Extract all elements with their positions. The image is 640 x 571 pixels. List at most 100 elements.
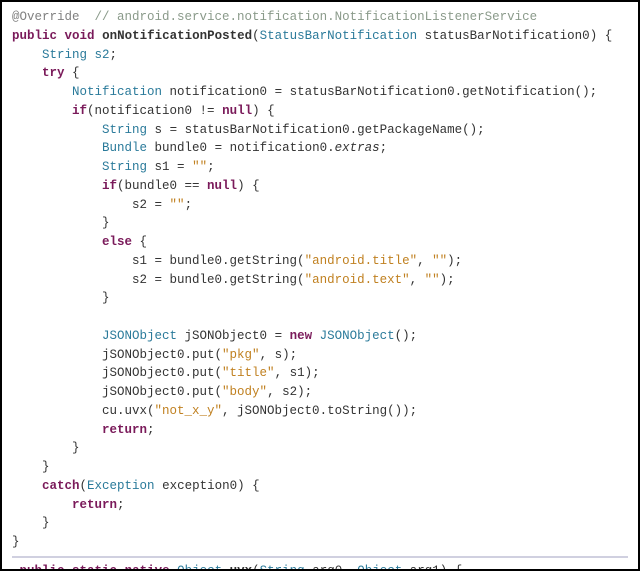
code-block: @Override // android.service.notificatio… — [0, 0, 640, 571]
call: jSONObject0.put( — [102, 366, 222, 380]
keyword: native — [125, 564, 170, 571]
keyword: null — [222, 104, 252, 118]
string: "not_x_y" — [155, 404, 223, 418]
code-line: public static native Object uvx(String a… — [12, 562, 628, 571]
assign: s2 = bundle0.getString( — [132, 273, 305, 287]
field: extras — [335, 141, 380, 155]
var: jSONObject0 — [185, 329, 268, 343]
type: String — [102, 123, 147, 137]
declaration: String s2 — [42, 48, 110, 62]
code-line: jSONObject0.put("title", s1); — [12, 364, 628, 383]
string: "android.text" — [305, 273, 410, 287]
code-line: } — [12, 458, 628, 477]
keyword: catch — [42, 479, 80, 493]
keyword: public — [12, 29, 57, 43]
code-line: } — [12, 439, 628, 458]
keyword: static — [72, 564, 117, 571]
code-line: try { — [12, 64, 628, 83]
code-line: else { — [12, 233, 628, 252]
assign: s1 = — [155, 160, 193, 174]
code-line: if(notification0 != null) { — [12, 102, 628, 121]
assign: s1 = bundle0.getString( — [132, 254, 305, 268]
keyword: if — [102, 179, 117, 193]
cond: (bundle0 == — [117, 179, 207, 193]
sep: , — [417, 254, 432, 268]
call: jSONObject0.put( — [102, 348, 222, 362]
string: "body" — [222, 385, 267, 399]
code-line: s2 = ""; — [12, 196, 628, 215]
code-line: jSONObject0.put("body", s2); — [12, 383, 628, 402]
keyword: null — [207, 179, 237, 193]
keyword: return — [72, 498, 117, 512]
call: statusBarNotification0.getPackageName() — [185, 123, 478, 137]
sep: , — [410, 273, 425, 287]
comment: // android.service.notification.Notifica… — [95, 10, 538, 24]
code-line: String s = statusBarNotification0.getPac… — [12, 121, 628, 140]
keyword: void — [65, 29, 95, 43]
type: Bundle — [102, 141, 147, 155]
method-name: uvx — [230, 564, 253, 571]
string: "" — [425, 273, 440, 287]
method-name: onNotificationPosted — [102, 29, 252, 43]
keyword: new — [290, 329, 313, 343]
type: JSONObject — [320, 329, 395, 343]
type: Object — [177, 564, 222, 571]
var: exception0 — [162, 479, 237, 493]
string: "title" — [222, 366, 275, 380]
call: notification0. — [230, 141, 335, 155]
code-line: String s2; — [12, 46, 628, 65]
keyword: try — [42, 66, 65, 80]
param: statusBarNotification0 — [425, 29, 590, 43]
string: "" — [432, 254, 447, 268]
sep: , s2); — [267, 385, 312, 399]
keyword: if — [72, 104, 87, 118]
type: StatusBarNotification — [260, 29, 418, 43]
call: jSONObject0.put( — [102, 385, 222, 399]
string: "" — [170, 198, 185, 212]
type: String — [102, 160, 147, 174]
code-line: s2 = bundle0.getString("android.text", "… — [12, 271, 628, 290]
type: JSONObject — [102, 329, 177, 343]
sep: , s); — [260, 348, 298, 362]
call: statusBarNotification0.getNotification() — [290, 85, 590, 99]
code-line: public void onNotificationPosted(StatusB… — [12, 27, 628, 46]
code-line: if(bundle0 == null) { — [12, 177, 628, 196]
cond: (notification0 != — [87, 104, 222, 118]
sep: , s1); — [275, 366, 320, 380]
code-line: Notification notification0 = statusBarNo… — [12, 83, 628, 102]
param: arg0 — [312, 564, 342, 571]
keyword: else — [102, 235, 132, 249]
type: String — [260, 564, 305, 571]
type: Notification — [72, 85, 162, 99]
sep: , jSONObject0.toString()); — [222, 404, 417, 418]
code-line — [12, 308, 628, 327]
code-line: } — [12, 289, 628, 308]
keyword: return — [102, 423, 147, 437]
code-line: cu.uvx("not_x_y", jSONObject0.toString()… — [12, 402, 628, 421]
divider — [12, 556, 628, 558]
code-line: catch(Exception exception0) { — [12, 477, 628, 496]
code-line: } — [12, 214, 628, 233]
string: "" — [192, 160, 207, 174]
code-line: JSONObject jSONObject0 = new JSONObject(… — [12, 327, 628, 346]
call: cu.uvx( — [102, 404, 155, 418]
var: notification0 — [170, 85, 268, 99]
type: Object — [357, 564, 402, 571]
code-line: return; — [12, 421, 628, 440]
assign: s2 = — [132, 198, 170, 212]
annotation: @Override — [12, 10, 80, 24]
param: arg1 — [410, 564, 440, 571]
code-line: jSONObject0.put("pkg", s); — [12, 346, 628, 365]
code-line: @Override // android.service.notificatio… — [12, 8, 628, 27]
string: "pkg" — [222, 348, 260, 362]
code-line: s1 = bundle0.getString("android.title", … — [12, 252, 628, 271]
var: bundle0 — [155, 141, 208, 155]
code-line: } — [12, 514, 628, 533]
keyword: public — [20, 564, 65, 571]
type: Exception — [87, 479, 155, 493]
code-line: return; — [12, 496, 628, 515]
var: s — [155, 123, 163, 137]
string: "android.title" — [305, 254, 418, 268]
code-line: } — [12, 533, 628, 552]
code-line: String s1 = ""; — [12, 158, 628, 177]
